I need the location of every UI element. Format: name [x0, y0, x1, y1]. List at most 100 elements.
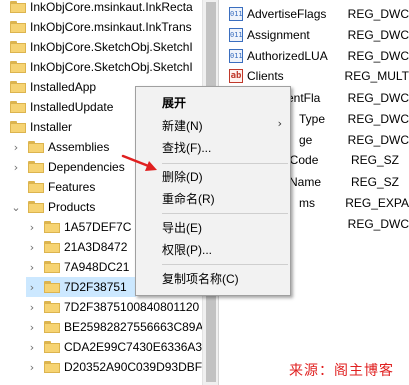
menu-item-find[interactable]: 查找(F)...	[162, 137, 211, 157]
tree-item-label: Features	[48, 180, 96, 194]
tree-item-inkobjcore-sketchobj-1[interactable]: InkObjCore.SketchObj.SketchI	[0, 37, 193, 57]
expand-chevron-icon[interactable]: ›	[10, 161, 22, 174]
folder-icon	[10, 41, 26, 53]
tree-item-label: Products	[48, 200, 96, 214]
tree-item-products[interactable]: ⌄ Products	[10, 197, 95, 217]
menu-separator	[162, 213, 288, 214]
submenu-chevron-icon: ›	[277, 117, 282, 130]
tree-item-product-cda2e99c7430e6336a3[interactable]: › CDA2E99C7430E6336A3	[26, 337, 202, 357]
tree-item-product-1a57def7c[interactable]: › 1A57DEF7C	[26, 217, 132, 237]
context-menu[interactable]: 展开 新建(N) › 查找(F)... 删除(D) 重命名(R) 导出(E) 权…	[135, 86, 291, 296]
tree-item-label: Assemblies	[48, 140, 110, 154]
value-name: Assignment	[247, 28, 310, 42]
expand-chevron-icon[interactable]: ›	[26, 321, 38, 334]
value-type: REG_DWC	[347, 49, 409, 63]
tree-item-label: InkObjCore.SketchObj.SketchI	[30, 40, 193, 54]
folder-icon	[10, 81, 26, 93]
binary-value-icon: 011	[229, 7, 243, 21]
value-type: REG_DWC	[347, 112, 409, 126]
value-row[interactable]: 011 AuthorizedLUA REG_DWC	[219, 45, 409, 67]
tree-item-installedapp[interactable]: InstalledApp	[0, 77, 96, 97]
expand-chevron-icon[interactable]: ›	[26, 221, 38, 234]
tree-item-label: InstalledUpdate	[30, 100, 114, 114]
tree-item-installedupdate[interactable]: InstalledUpdate	[0, 97, 113, 117]
tree-item-label: InstalledApp	[30, 80, 97, 94]
tree-item-inkobjcore-inkrecta[interactable]: InkObjCore.msinkaut.InkRecta	[0, 0, 193, 17]
menu-item-export[interactable]: 导出(E)	[162, 217, 202, 237]
string-value-icon: ab	[229, 69, 243, 83]
expand-chevron-icon[interactable]: ›	[26, 341, 38, 354]
tree-item-features[interactable]: Features	[10, 177, 95, 197]
folder-icon	[10, 121, 26, 133]
folder-icon	[44, 301, 60, 313]
tree-item-label: Installer	[30, 120, 73, 134]
tree-item-installer[interactable]: Installer	[0, 117, 72, 137]
value-type: REG_DWC	[347, 91, 409, 105]
menu-item-new[interactable]: 新建(N)	[162, 115, 282, 135]
value-type: REG_SZ	[351, 153, 400, 167]
tree-item-label: D20352A90C039D93DBF	[64, 360, 202, 374]
expand-chevron-icon[interactable]: ›	[26, 261, 38, 274]
expand-chevron-icon[interactable]: ›	[26, 301, 38, 314]
folder-icon	[44, 241, 60, 253]
tree-item-inkobjcore-inktrans[interactable]: InkObjCore.msinkaut.InkTrans	[0, 17, 192, 37]
value-row[interactable]: ab Clients REG_MULT	[219, 65, 409, 87]
value-row[interactable]: 011 Assignment REG_DWC	[219, 24, 409, 46]
tree-item-label: InkObjCore.msinkaut.InkRecta	[30, 0, 193, 14]
value-type: REG_DWC	[347, 7, 409, 21]
folder-icon	[10, 21, 26, 33]
tree-item-product-21a3d8472[interactable]: › 21A3D8472	[26, 237, 128, 257]
tree-item-label: 7D2F3875100840801120	[64, 300, 200, 314]
folder-icon	[28, 161, 44, 173]
expand-chevron-icon[interactable]: ›	[26, 241, 38, 254]
value-type: REG_EXPA	[345, 196, 409, 210]
folder-icon	[10, 61, 26, 73]
tree-item-label: BE25982827556663C89A	[64, 320, 202, 334]
value-type: REG_SZ	[351, 175, 400, 189]
value-row[interactable]: 011 AdvertiseFlags REG_DWC	[219, 3, 409, 25]
value-name: AuthorizedLUA	[247, 49, 328, 63]
tree-item-product-be25982827556663c89a[interactable]: › BE25982827556663C89A	[26, 317, 202, 337]
tree-item-label: InkObjCore.msinkaut.InkTrans	[30, 20, 192, 34]
folder-icon	[44, 341, 60, 353]
tree-item-label: 1A57DEF7C	[64, 220, 132, 234]
tree-item-assemblies[interactable]: › Assemblies	[10, 137, 110, 157]
tree-item-inkobjcore-sketchobj-2[interactable]: InkObjCore.SketchObj.SketchI	[0, 57, 193, 77]
folder-icon	[28, 201, 44, 213]
folder-icon	[28, 181, 44, 193]
value-type: REG_DWC	[347, 133, 409, 147]
expand-chevron-icon[interactable]: ›	[10, 141, 22, 154]
folder-icon	[28, 141, 44, 153]
tree-item-label: 21A3D8472	[64, 240, 128, 254]
menu-separator	[162, 264, 288, 265]
menu-item-rename[interactable]: 重命名(R)	[162, 188, 215, 208]
tree-item-product-7d2f38751-selected[interactable]: › 7D2F38751	[26, 277, 136, 297]
folder-icon	[44, 361, 60, 373]
folder-icon	[10, 1, 26, 13]
tree-item-dependencies[interactable]: › Dependencies	[10, 157, 125, 177]
value-name: AdvertiseFlags	[247, 7, 327, 21]
folder-icon	[44, 321, 60, 333]
menu-item-label: 新建(N)	[162, 118, 203, 133]
value-name: Clients	[247, 69, 284, 83]
tree-item-product-d20352a90c039d93dbf[interactable]: › D20352A90C039D93DBF	[26, 357, 202, 377]
menu-separator	[162, 163, 288, 164]
tree-item-product-7d2f3875100840801120[interactable]: › 7D2F3875100840801120	[26, 297, 199, 317]
folder-icon	[10, 101, 26, 113]
expand-chevron-icon[interactable]: ›	[26, 281, 38, 294]
tree-item-product-7a948dc21[interactable]: › 7A948DC21	[26, 257, 130, 277]
menu-item-delete[interactable]: 删除(D)	[162, 166, 203, 186]
expand-chevron-icon[interactable]: ›	[26, 361, 38, 374]
value-type: REG_MULT	[344, 69, 409, 83]
folder-icon	[44, 281, 60, 293]
binary-value-icon: 011	[229, 28, 243, 42]
folder-icon	[44, 261, 60, 273]
tree-item-label: 7D2F38751	[64, 280, 127, 294]
annotation-arrow-icon	[121, 154, 157, 171]
menu-item-copy-key-name[interactable]: 复制项名称(C)	[162, 268, 239, 288]
collapse-chevron-icon[interactable]: ⌄	[10, 201, 22, 214]
menu-item-expand[interactable]: 展开	[162, 92, 186, 112]
menu-item-permissions[interactable]: 权限(P)...	[162, 239, 212, 259]
source-watermark: 来源：阁主博客	[289, 363, 394, 379]
binary-value-icon: 011	[229, 49, 243, 63]
